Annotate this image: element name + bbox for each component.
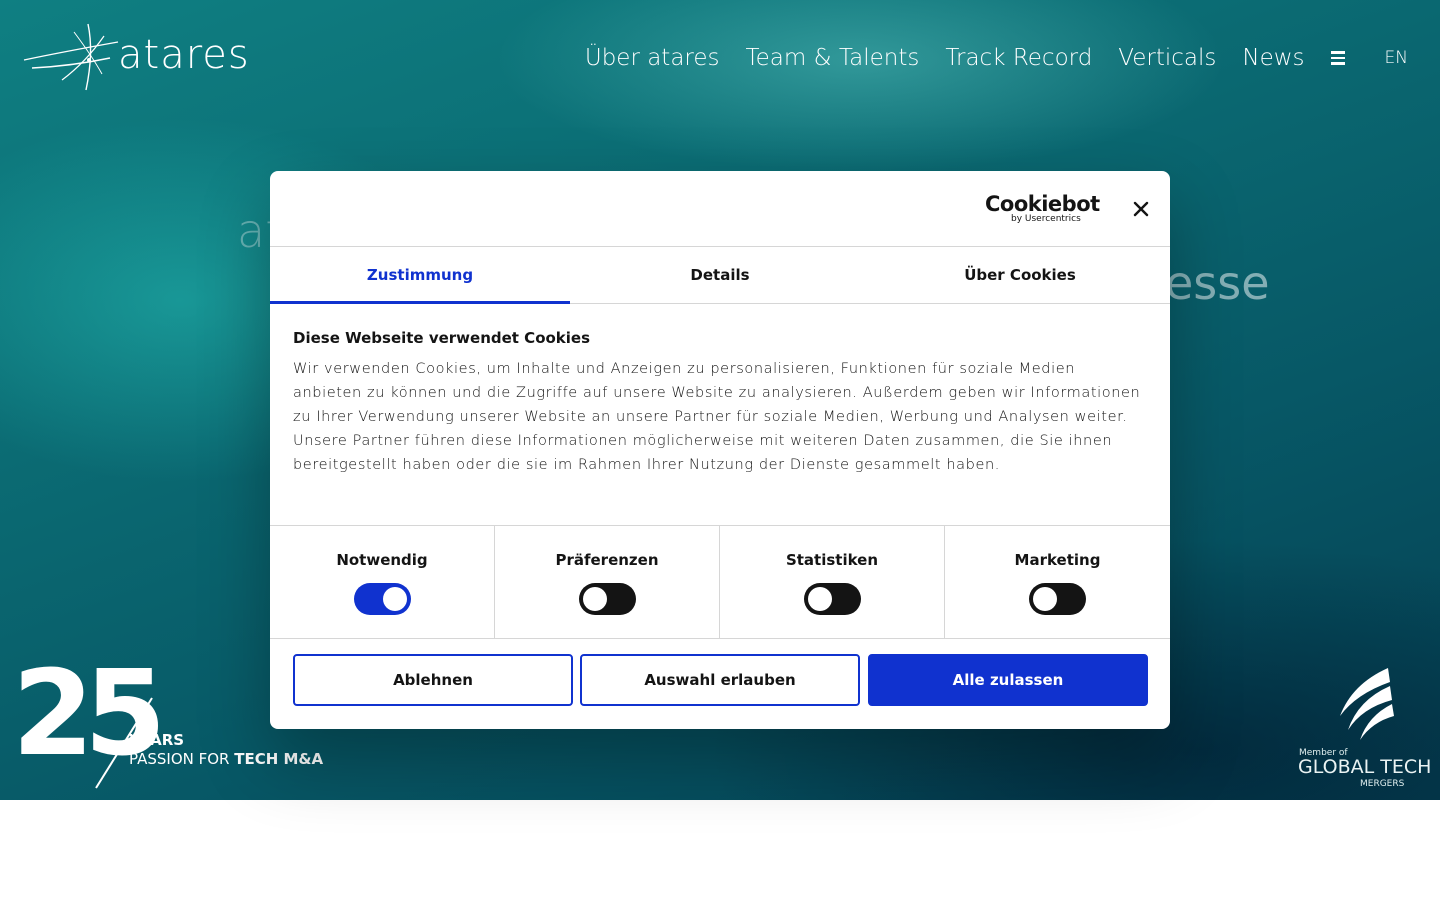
dialog-title: Diese Webseite verwendet Cookies <box>293 329 591 347</box>
cookiebot-logo[interactable]: Cookiebot by Usercentrics <box>985 192 1100 227</box>
nav-item-ueber-atares[interactable]: Über atares <box>585 45 720 71</box>
cookiebot-sub: by Usercentrics <box>1011 214 1081 224</box>
category-label: Präferenzen <box>555 551 659 569</box>
decline-button[interactable]: Ablehnen <box>293 654 573 706</box>
praeferenzen-toggle[interactable] <box>579 583 636 615</box>
category-praeferenzen: Präferenzen <box>495 526 720 638</box>
dialog-description: Wir verwenden Cookies, um Inhalte und An… <box>293 361 1141 473</box>
category-label: Marketing <box>1014 551 1101 569</box>
statistiken-toggle[interactable] <box>804 583 861 615</box>
tab-details[interactable]: Details <box>570 247 870 303</box>
atares-logo[interactable]: atares <box>22 22 254 94</box>
consent-categories: Notwendig Präferenzen Statistiken Market… <box>270 525 1170 639</box>
dialog-header: Cookiebot by Usercentrics <box>270 171 1170 247</box>
allow-selection-button[interactable]: Auswahl erlauben <box>580 654 860 706</box>
nav-item-team-talents[interactable]: Team & Talents <box>746 45 920 71</box>
nav-item-track-record[interactable]: Track Record <box>945 45 1092 71</box>
tagline-bold: TECH M&A <box>234 750 324 768</box>
tab-zustimmung[interactable]: Zustimmung <box>270 247 570 304</box>
gtm-name: GLOBAL TECH <box>1298 756 1432 778</box>
cookiebot-brand: Cookiebot <box>985 192 1100 216</box>
toggle-knob <box>808 587 832 611</box>
logo-text: atares <box>118 32 250 78</box>
toggle-knob <box>1033 587 1057 611</box>
years-tagline: PASSION FOR TECH M&A <box>129 750 323 768</box>
main-nav: Über atares Team & Talents Track Record … <box>559 40 1408 76</box>
allow-all-button[interactable]: Alle zulassen <box>868 654 1148 706</box>
marketing-toggle[interactable] <box>1029 583 1086 615</box>
language-switch[interactable]: EN <box>1385 48 1408 68</box>
category-notwendig: Notwendig <box>270 526 495 638</box>
hamburger-menu-icon[interactable] <box>1330 51 1347 65</box>
category-label: Notwendig <box>336 551 428 569</box>
toggle-knob <box>383 587 407 611</box>
nav-item-verticals[interactable]: Verticals <box>1118 45 1216 71</box>
gtm-sub: MERGERS <box>1360 779 1405 789</box>
category-statistiken: Statistiken <box>720 526 945 638</box>
dialog-tabs: Zustimmung Details Über Cookies <box>270 247 1170 304</box>
category-label: Statistiken <box>785 551 879 569</box>
hero-headline-right: esse <box>1165 256 1270 310</box>
tab-ueber-cookies[interactable]: Über Cookies <box>870 247 1170 303</box>
toggle-knob <box>583 587 607 611</box>
cookie-consent-dialog: Cookiebot by Usercentrics Zustimmung Det… <box>270 171 1170 729</box>
category-marketing: Marketing <box>945 526 1170 638</box>
notwendig-toggle[interactable] <box>354 583 411 615</box>
global-tech-mergers-logo[interactable]: Member of GLOBAL TECH MERGERS <box>1298 664 1432 792</box>
gtm-swirl-icon <box>1340 668 1394 740</box>
nav-item-news[interactable]: News <box>1242 45 1304 71</box>
close-icon[interactable] <box>1130 198 1152 220</box>
years-label: YEARS <box>129 731 185 749</box>
tagline-prefix: PASSION FOR <box>129 750 235 768</box>
